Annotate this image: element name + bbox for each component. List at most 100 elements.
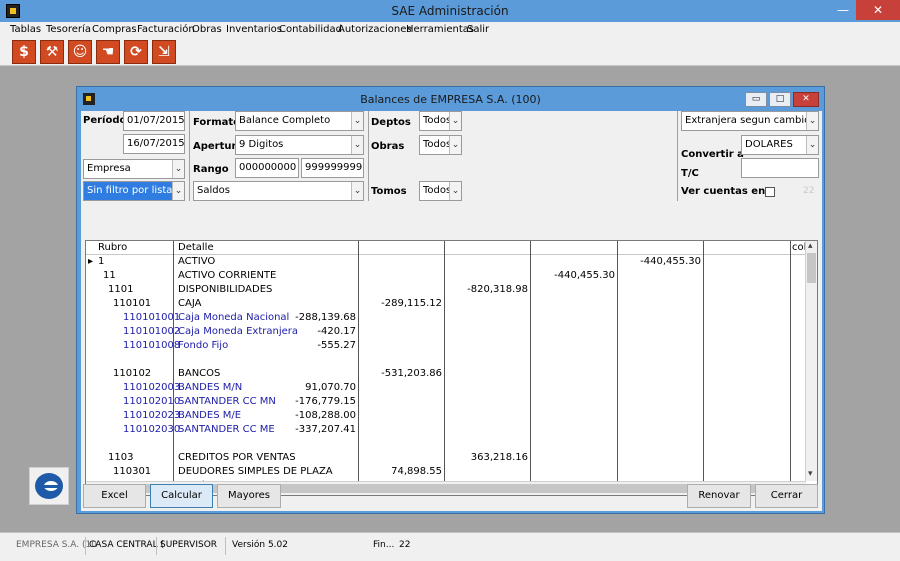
menu-item-obras[interactable]: Obras — [192, 24, 222, 35]
status-version: Versión 5.02 — [232, 540, 288, 550]
cell-amount: -820,318.98 — [467, 284, 528, 295]
app-title: SAE Administración — [391, 4, 509, 18]
vertical-scrollbar[interactable]: ▴ ▾ — [805, 241, 817, 481]
moneda-select[interactable]: DOLARES ⌄ — [741, 135, 819, 155]
balance-grid[interactable]: Rubro Detalle col ▸ 1 ACTIVO -440,455.30 11 A… — [85, 240, 818, 496]
chevron-down-icon: ⌄ — [172, 182, 184, 200]
column-divider — [358, 241, 359, 481]
divider — [677, 111, 678, 201]
menu-item-herramientas[interactable]: Herramientas — [406, 24, 474, 35]
entidad-select[interactable]: Empresa ⌄ — [83, 159, 185, 179]
deptos-value: Todos — [423, 115, 452, 126]
mayores-button[interactable]: Mayores — [217, 484, 281, 508]
menu-item-inventarios[interactable]: Inventarios — [226, 24, 282, 35]
tc-label: T/C — [681, 168, 699, 179]
cell-rubro: 110101008 — [123, 340, 181, 351]
menu-item-compras[interactable]: Compras — [92, 24, 137, 35]
rango-desde-input[interactable]: 000000000 — [235, 158, 299, 178]
divider — [368, 111, 369, 201]
filtro-value: Sin filtro por listas — [87, 185, 178, 196]
saldos-select[interactable]: Saldos ⌄ — [193, 181, 364, 201]
cell-amount: -531,203.86 — [381, 368, 442, 379]
moneda-value: DOLARES — [745, 139, 793, 150]
toolbar: $ ⚒ ☺ ☚ ⟳ ⇲ — [0, 38, 900, 66]
cell-rubro: 110101001 — [123, 312, 181, 323]
cell-detalle: CAJA — [178, 298, 202, 309]
menu-item-tesoreria[interactable]: Tesorería — [46, 24, 91, 35]
money-icon[interactable]: $ — [12, 40, 36, 64]
column-divider — [530, 241, 531, 481]
dialog-close-button[interactable]: ✕ — [793, 92, 819, 107]
scroll-down-icon[interactable]: ▾ — [808, 469, 813, 479]
cell-detalle: DEUDORES SIMPLES DE PLAZA — [178, 466, 333, 477]
obras-value: Todos — [423, 139, 452, 150]
column-divider — [617, 241, 618, 481]
cell-rubro: 110102010 — [123, 396, 181, 407]
tomos-select[interactable]: Todos ⌄ — [419, 181, 462, 201]
renovar-button[interactable]: Renovar — [687, 484, 751, 508]
apertura-select[interactable]: 9 Digitos ⌄ — [235, 135, 364, 155]
menu-item-salir[interactable]: Salir — [467, 24, 489, 35]
current-row-marker-icon: ▸ — [88, 256, 94, 267]
cell-rubro: 110101 — [113, 298, 152, 309]
scroll-up-icon[interactable]: ▴ — [808, 241, 813, 251]
exit-icon[interactable]: ⇲ — [152, 40, 176, 64]
tools-icon[interactable]: ⚒ — [40, 40, 64, 64]
dialog-title-bar: Balances de EMPRESA S.A. (100) ▭ □ ✕ — [77, 87, 824, 111]
rango-label: Rango — [193, 164, 229, 175]
cell-amount: -337,207.41 — [295, 424, 356, 435]
status-fin-label: Fin... — [373, 540, 395, 550]
dialog-minimize-button[interactable]: ▭ — [745, 92, 767, 107]
dialog-maximize-button[interactable]: □ — [769, 92, 791, 107]
cell-rubro: 1 — [98, 256, 105, 267]
formato-select[interactable]: Balance Completo ⌄ — [235, 111, 364, 131]
chevron-down-icon: ⌄ — [351, 182, 363, 200]
menu-item-facturacion[interactable]: Facturación — [137, 24, 195, 35]
chevron-down-icon: ⌄ — [806, 136, 818, 154]
cell-amount: -440,455.30 — [640, 256, 701, 267]
divider — [156, 537, 157, 555]
convertir-label: Convertir a — [681, 149, 744, 160]
cell-amount: -288,139.68 — [295, 312, 356, 323]
filtro-select[interactable]: Sin filtro por listas ⌄ — [83, 181, 185, 201]
menu-item-autorizaciones[interactable]: Autorizaciones — [338, 24, 412, 35]
obras-select[interactable]: Todos ⌄ — [419, 135, 462, 155]
fecha-hasta-input[interactable]: 16/07/2015 — [123, 134, 185, 154]
minimize-button[interactable]: — — [830, 0, 856, 20]
menu-bar: Tablas Tesorería Compras Facturación Obr… — [0, 22, 900, 38]
divider — [85, 537, 86, 555]
chevron-down-icon: ⌄ — [351, 136, 363, 154]
deptos-select[interactable]: Todos ⌄ — [419, 111, 462, 131]
column-divider — [790, 241, 791, 481]
menu-item-tablas[interactable]: Tablas — [10, 24, 41, 35]
cell-amount: 91,070.70 — [305, 382, 356, 393]
dialog-body: Período 01/07/2015 16/07/2015 Empresa ⌄ S… — [81, 111, 822, 511]
fecha-desde-input[interactable]: 01/07/2015 — [123, 111, 185, 131]
grid-header: Rubro Detalle col — [86, 241, 806, 255]
periodo-label: Período — [83, 115, 127, 126]
ver-cuentas-checkbox[interactable] — [765, 187, 775, 197]
column-divider — [444, 241, 445, 481]
rango-hasta-input[interactable]: 999999999 — [301, 158, 364, 178]
calcular-button[interactable]: Calcular — [150, 484, 213, 508]
deptos-label: Deptos — [371, 117, 411, 128]
vertical-scroll-thumb[interactable] — [807, 253, 816, 283]
cell-rubro: 110101002 — [123, 326, 181, 337]
refresh-icon[interactable]: ⟳ — [124, 40, 148, 64]
company-logo — [29, 467, 69, 505]
menu-item-contabilidad[interactable]: Contabilidad — [279, 24, 342, 35]
conversion-value: Extranjera segun cambio da — [685, 115, 819, 126]
person-icon[interactable]: ☺ — [68, 40, 92, 64]
chevron-down-icon: ⌄ — [806, 112, 818, 130]
cell-detalle: SANTANDER CC ME — [178, 424, 275, 435]
excel-button[interactable]: Excel — [83, 484, 146, 508]
close-button[interactable]: ✕ — [856, 0, 900, 20]
tc-input[interactable] — [741, 158, 819, 178]
header-detalle: Detalle — [178, 242, 214, 253]
formato-value: Balance Completo — [239, 115, 331, 126]
cerrar-button[interactable]: Cerrar — [755, 484, 818, 508]
cell-rubro: 110102030 — [123, 424, 181, 435]
cell-rubro: 1101 — [108, 284, 134, 295]
hand-icon[interactable]: ☚ — [96, 40, 120, 64]
conversion-select[interactable]: Extranjera segun cambio da ⌄ — [681, 111, 819, 131]
